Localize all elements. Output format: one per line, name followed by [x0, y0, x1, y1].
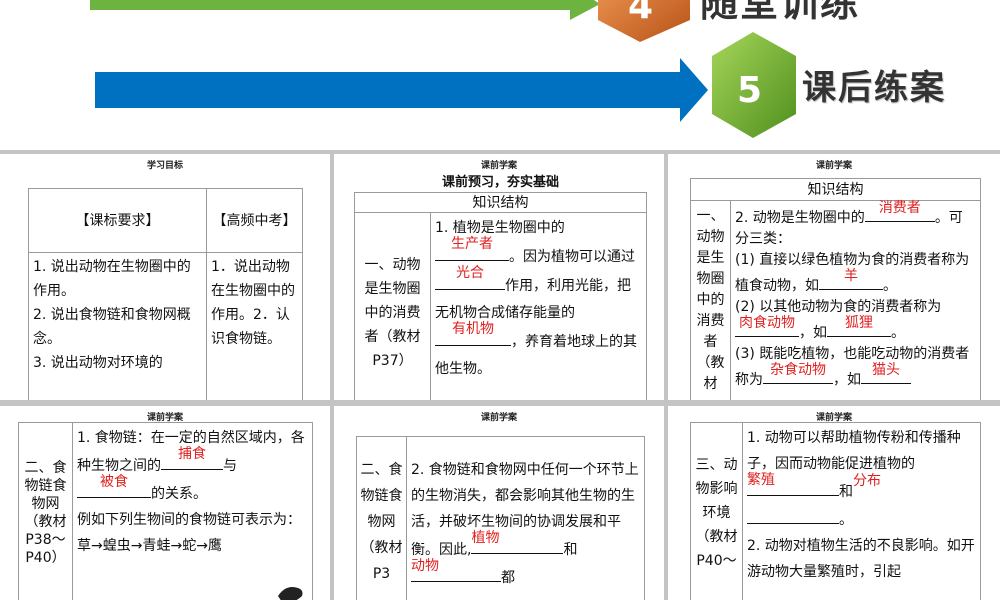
answer-blank: 消费者	[864, 200, 935, 222]
answer-blank: 生产者	[435, 236, 509, 261]
answer-text: 繁殖	[747, 472, 775, 488]
menu-label-5[interactable]: 课后练案	[802, 60, 946, 109]
table-header: 知识结构	[354, 192, 647, 213]
answer-blank: 羊	[819, 268, 883, 290]
slide-thumb-2[interactable]: 课前学案 课前预习，夯实基础 知识结构 一、动物是生物圈中的消费者（教材P37）…	[334, 154, 664, 400]
answer-text: 植物	[471, 530, 500, 546]
answer-blank: 捕食	[161, 446, 223, 470]
answer-blank-line	[747, 505, 839, 524]
knowledge-table: 知识结构 一、动物是生物圈中的消费者（教材 2. 动物是生物圈中的 消费者 。可分三…	[690, 178, 981, 400]
section-content: 1. 动物可以帮助植物传粉和传播种子，因而动物能促进植物的 繁殖和分布 。 2. …	[742, 422, 981, 600]
answer-blank: 狐狸	[827, 315, 891, 337]
slide-thumbnail-grid: 学习目标 【课标要求】 【高频中考】 1. 说出动物在生物圈中的作用。 2. 说…	[0, 150, 1000, 600]
menu-number-5: 5	[737, 70, 763, 111]
section-content: 2. 食物链和食物网中任何一个环节上的生物消失，都会影响其他生物的生活，并破坏生…	[406, 436, 645, 600]
answer-blank: 被食	[77, 474, 151, 498]
section-content: 1. 植物是生物圈中的 生产者 。因为植物可以通过 光合 作用，利用光能，把无机物合…	[430, 212, 647, 400]
exam-text: 1．说出动物在生物圈中的作用。2．认识食物链。	[206, 252, 303, 400]
col-header-exam: 【高频中考】	[206, 188, 303, 253]
slide-title: 课前学案	[480, 413, 517, 423]
list-item: 2. 说出食物链和食物网概念。	[33, 307, 191, 347]
answer-blank: 肉食动物	[735, 315, 799, 337]
answer-blank: 猫头	[861, 362, 911, 384]
slide-thumb-1[interactable]: 学习目标 【课标要求】 【高频中考】 1. 说出动物在生物圈中的作用。 2. 说…	[0, 154, 330, 400]
objectives-table: 【课标要求】 【高频中考】 1. 说出动物在生物圈中的作用。 2. 说出食物链和…	[28, 188, 303, 400]
section-label: 二、食物链食物网（教材P3	[356, 436, 407, 600]
col-header-standard: 【课标要求】	[28, 188, 207, 253]
list-item: 1. 说出动物在生物圈中的作用。	[33, 259, 191, 299]
section-label: 二、食物链食物网（教材P38～P40）	[18, 422, 73, 600]
answer-blank: 有机物	[435, 321, 511, 346]
answer-text: 被食	[100, 474, 128, 490]
slide-thumb-3[interactable]: 课前学案 知识结构 一、动物是生物圈中的消费者（教材 2. 动物是生物圈中的 消费…	[668, 154, 1000, 400]
slide-thumb-4[interactable]: 课前学案 二、食物链食物网（教材P38～P40） 1. 食物链：在一定的自然区域…	[0, 406, 330, 600]
answer-text: 生产者	[451, 236, 493, 252]
knowledge-table: 三、动物影响环境（教材P40～ 1. 动物可以帮助植物传粉和传播种子，因而动物能…	[690, 422, 981, 600]
lesson-menu-banner: 4 随堂训练 5 课后练案	[0, 0, 1000, 148]
standard-list: 1. 说出动物在生物圈中的作用。 2. 说出食物链和食物网概念。 3. 说出动物…	[28, 252, 207, 400]
section-content: 2. 动物是生物圈中的 消费者 。可分三类： (1) 直接以绿色植物为食的消费者称为…	[730, 200, 981, 400]
answer-text: 杂食动物	[770, 362, 826, 378]
list-item: 3. 说出动物对环境的	[33, 355, 163, 371]
blue-arrow	[95, 58, 708, 122]
answer-text: 有机物	[452, 321, 494, 337]
answer-text: 狐狸	[845, 315, 873, 331]
section-content: 1. 食物链：在一定的自然区域内，各种生物之间的 捕食与 被食 的关系。 例如下列生…	[72, 422, 313, 600]
answer-blank: 光合	[435, 265, 505, 290]
slide-title: 课前学案	[480, 161, 517, 171]
slide-thumb-5[interactable]: 课前学案 二、食物链食物网（教材P3 2. 食物链和食物网中任何一个环节上的生物…	[334, 406, 664, 600]
knowledge-table: 二、食物链食物网（教材P38～P40） 1. 食物链：在一定的自然区域内，各种生…	[18, 422, 313, 600]
answer-text: 猫头	[872, 362, 900, 378]
knowledge-table: 二、食物链食物网（教材P3 2. 食物链和食物网中任何一个环节上的生物消失，都会…	[356, 436, 645, 600]
answer-text: 光合	[456, 265, 484, 281]
answer-text: 羊	[844, 268, 858, 284]
table-header: 知识结构	[690, 178, 981, 201]
answer-blank: 动物	[411, 558, 501, 582]
answer-text: 消费者	[878, 200, 921, 216]
answer-text: 分布	[853, 473, 881, 489]
slide-title: 课前学案	[815, 161, 852, 171]
bird-icon	[278, 587, 303, 600]
slide-thumb-6[interactable]: 课前学案 三、动物影响环境（教材P40～ 1. 动物可以帮助植物传粉和传播种子，…	[668, 406, 1000, 600]
answer-blank: 分布	[853, 473, 891, 496]
section-label: 三、动物影响环境（教材P40～	[690, 422, 743, 600]
answer-blank: 繁殖	[747, 472, 839, 496]
section-label: 一、动物是生物圈中的消费者（教材	[690, 200, 731, 400]
slide-title: 学习目标	[146, 161, 183, 171]
answer-text: 动物	[411, 558, 439, 574]
knowledge-table: 知识结构 一、动物是生物圈中的消费者（教材P37） 1. 植物是生物圈中的 生产…	[354, 192, 647, 400]
section-label: 一、动物是生物圈中的消费者（教材P37）	[354, 212, 431, 400]
slide-subtitle: 课前预习，夯实基础	[442, 175, 560, 190]
answer-blank: 植物	[471, 530, 564, 554]
answer-text: 肉食动物	[739, 315, 795, 331]
answer-blank: 杂食动物	[763, 362, 833, 384]
answer-text: 捕食	[178, 446, 206, 462]
